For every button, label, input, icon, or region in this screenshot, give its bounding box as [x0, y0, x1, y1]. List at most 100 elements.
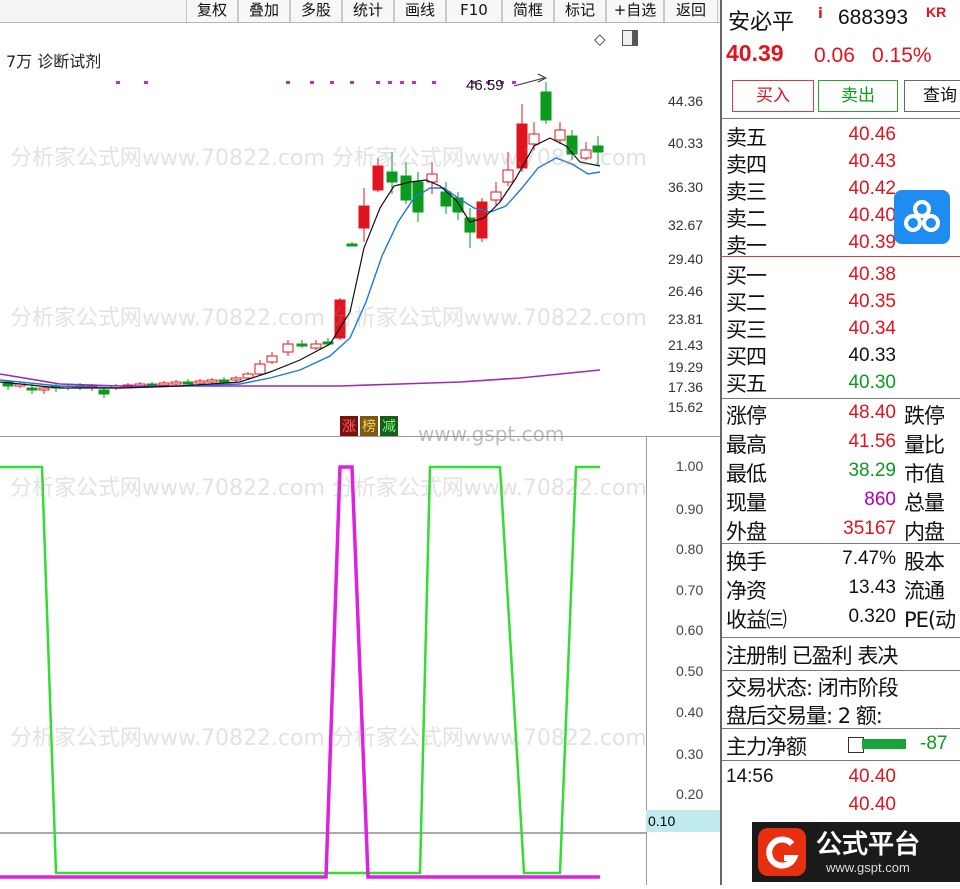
buy-5-price[interactable]: 40.30 — [822, 372, 896, 394]
sell-2-price[interactable]: 40.40 — [822, 205, 896, 227]
sell-button[interactable]: 卖出 — [818, 80, 898, 112]
y-tick: 17.36 — [668, 379, 704, 395]
toolbar-btn-fuquan[interactable]: 复权 — [186, 0, 238, 22]
candle-body — [282, 343, 294, 353]
current-volume-value: 860 — [864, 489, 896, 510]
tag-rank[interactable]: 榜 — [360, 416, 378, 436]
buy-5-label: 买五 — [726, 372, 767, 396]
signal-chart[interactable] — [0, 437, 646, 885]
candle-body — [194, 380, 206, 384]
candlestick-chart[interactable] — [0, 22, 720, 436]
toolbar-btn-overlay[interactable]: 叠加 — [238, 0, 290, 22]
eps-value: 0.320 — [848, 606, 896, 627]
sell-4-label: 卖四 — [726, 153, 767, 177]
tick-price: 40.40 — [848, 794, 896, 815]
sell-1-price[interactable]: 40.39 — [822, 232, 896, 254]
candle-body — [554, 129, 566, 141]
main-flow-label: 主力净额 — [726, 735, 807, 759]
main-chart-panel: 7万 诊断试剂 ◇ 46.59 44.36 40.33 36.30 32.67 — [0, 22, 720, 446]
toolbar-btn-back[interactable]: 返回 — [664, 0, 718, 22]
buy-button[interactable]: 买入 — [732, 80, 814, 112]
toolbar-btn-f10[interactable]: F10 — [446, 0, 502, 22]
sub-y-tick: 0.70 — [676, 582, 704, 598]
main-flow-value: -87 — [920, 733, 948, 754]
candle-body — [254, 363, 266, 375]
candle-body — [528, 133, 540, 145]
sell-3-price[interactable]: 40.42 — [822, 178, 896, 200]
net-asset-value: 13.43 — [848, 577, 896, 598]
sub-y-tick: 0.20 — [676, 786, 704, 802]
turnover-label: 换手 — [726, 550, 767, 574]
candle-body — [296, 343, 308, 347]
current-price: 40.39 — [726, 40, 784, 66]
y-tick: 21.43 — [668, 337, 704, 353]
candle-body — [206, 379, 218, 383]
shares-label: 股本 — [904, 550, 945, 574]
candle-body — [38, 387, 50, 391]
toolbar-btn-mark[interactable]: 标记 — [554, 0, 606, 22]
buy-4-price[interactable]: 40.33 — [822, 345, 896, 367]
tick-price: 40.40 — [848, 766, 896, 787]
candle-body — [98, 389, 110, 395]
tag-reduce[interactable]: 减 — [380, 416, 398, 436]
toolbar-btn-draw[interactable]: 画线 — [394, 0, 446, 22]
candle-body — [580, 149, 592, 159]
toolbar-btn-add-watch[interactable]: +自选 — [606, 0, 664, 22]
quote-panel: 安必平 i 688393 KR 40.39 0.06 0.15% 买入 卖出 查… — [722, 0, 960, 885]
market-cap-label: 市值 — [904, 462, 945, 486]
toolbar-btn-multi[interactable]: 多股 — [290, 0, 342, 22]
query-button[interactable]: 查询 — [904, 80, 960, 112]
low-value: 38.29 — [848, 460, 896, 481]
sub-chart-panel — [0, 437, 646, 885]
limit-up-value: 48.40 — [848, 402, 896, 423]
candle-body — [464, 217, 476, 233]
sub-y-tick: 1.00 — [676, 458, 704, 474]
y-tick: 44.36 — [668, 93, 704, 109]
candle-body — [502, 169, 514, 183]
buy-2-price[interactable]: 40.35 — [822, 291, 896, 313]
listing-tags: 注册制 已盈利 表决 — [726, 644, 898, 668]
candle-body — [218, 379, 230, 383]
candle-body — [346, 243, 358, 247]
candle-body — [490, 191, 502, 201]
y-tick: 29.40 — [668, 251, 704, 267]
high-value: 41.56 — [848, 431, 896, 452]
candle-body — [310, 343, 322, 349]
limit-down-label: 跌停 — [904, 404, 945, 428]
toolbar: 复权 叠加 多股 统计 画线 F10 简框 标记 +自选 返回 — [0, 0, 720, 23]
logo-g-icon — [758, 828, 806, 876]
y-tick: 32.67 — [668, 217, 704, 233]
volume-ratio-label: 量比 — [904, 433, 945, 457]
candle-body — [358, 205, 370, 229]
net-asset-label: 净资 — [726, 579, 767, 603]
total-volume-label: 总量 — [904, 491, 945, 515]
sub-y-tick: 0.80 — [676, 541, 704, 557]
candle-body — [372, 165, 384, 191]
stock-name: 安必平 — [728, 10, 795, 35]
high-label: 最高 — [726, 433, 767, 457]
current-volume-label: 现量 — [726, 491, 767, 515]
limit-up-label: 涨停 — [726, 404, 767, 428]
sell-2-label: 卖二 — [726, 207, 767, 231]
sell-5-price[interactable]: 40.46 — [822, 124, 896, 146]
candle-body — [182, 381, 194, 385]
y-tick: 40.33 — [668, 135, 704, 151]
current-value-badge: 0.10 — [646, 810, 720, 832]
y-tick: 15.62 — [668, 399, 704, 415]
outer-label: 外盘 — [726, 520, 767, 544]
candle-body — [230, 377, 242, 381]
buy-4-label: 买四 — [726, 345, 767, 369]
toolbar-btn-simple[interactable]: 简框 — [502, 0, 554, 22]
info-icon[interactable]: i — [818, 6, 823, 22]
sell-5-label: 卖五 — [726, 126, 767, 150]
outer-value: 35167 — [843, 518, 896, 539]
sell-4-price[interactable]: 40.43 — [822, 151, 896, 173]
main-flow-bar — [862, 739, 906, 749]
toolbar-btn-stats[interactable]: 统计 — [342, 0, 394, 22]
tag-up[interactable]: 涨 — [340, 416, 358, 436]
buy-3-price[interactable]: 40.34 — [822, 318, 896, 340]
gspt-logo: 公式平台 www.gspt.com — [752, 822, 960, 882]
cloud-icon[interactable] — [894, 190, 950, 244]
sub-y-tick: 0.90 — [676, 501, 704, 517]
buy-1-price[interactable]: 40.38 — [822, 264, 896, 286]
